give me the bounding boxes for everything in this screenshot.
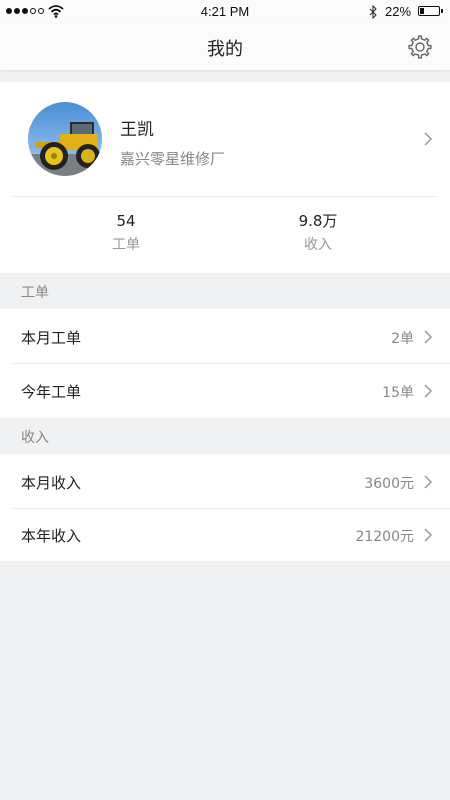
income-list: 本月收入 3600元 本年收入 21200元 [0,454,450,561]
stat-orders[interactable]: 54 工单 [66,210,186,256]
chevron-right-icon [424,384,433,398]
stat-income[interactable]: 9.8万 收入 [258,210,378,256]
status-bar: 4:21 PM 22% [0,0,450,24]
section-header-orders: 工单 [0,273,450,309]
section-header-orders-label: 工单 [21,285,49,301]
page-title: 我的 [207,39,243,60]
chevron-right-icon [424,528,433,542]
status-time: 4:21 PM [200,4,250,19]
battery-icon [418,6,440,16]
list-item-monthly-orders[interactable]: 本月工单 2单 [0,310,450,364]
user-name: 王凯 [120,120,154,140]
chevron-right-icon [424,330,433,344]
list-item-yearly-orders[interactable]: 今年工单 15单 [0,364,450,418]
profile-card: 王凯 嘉兴零星维修厂 54 工单 9.8万 收入 [0,82,450,273]
list-item-label: 本月收入 [21,474,82,492]
user-company: 嘉兴零星维修厂 [120,150,226,168]
stat-orders-label: 工单 [112,237,140,253]
chevron-right-icon [424,132,433,146]
list-item-value: 3600元 [364,476,414,492]
stat-income-value: 9.8万 [298,212,338,230]
bluetooth-icon [369,5,377,19]
section-header-income-label: 收入 [21,430,49,446]
battery-percent: 22% [385,4,412,19]
list-item-value: 15单 [382,385,414,401]
divider [12,196,438,197]
list-item-label: 今年工单 [21,383,82,401]
list-item-label: 本月工单 [21,329,82,347]
avatar [28,102,102,176]
orders-list: 本月工单 2单 今年工单 15单 [0,309,450,418]
profile-row[interactable]: 王凯 嘉兴零星维修厂 [0,82,450,196]
list-item-label: 本年收入 [21,527,82,545]
stat-orders-value: 54 [116,212,136,230]
nav-bar: 我的 [0,24,450,70]
list-item-monthly-income[interactable]: 本月收入 3600元 [0,455,450,509]
gear-icon[interactable] [406,33,434,61]
list-item-value: 21200元 [355,529,414,545]
stat-income-label: 收入 [304,237,332,253]
chevron-right-icon [424,475,433,489]
list-item-yearly-income[interactable]: 本年收入 21200元 [0,508,450,562]
list-item-value: 2单 [391,331,414,347]
section-header-income: 收入 [0,418,450,454]
